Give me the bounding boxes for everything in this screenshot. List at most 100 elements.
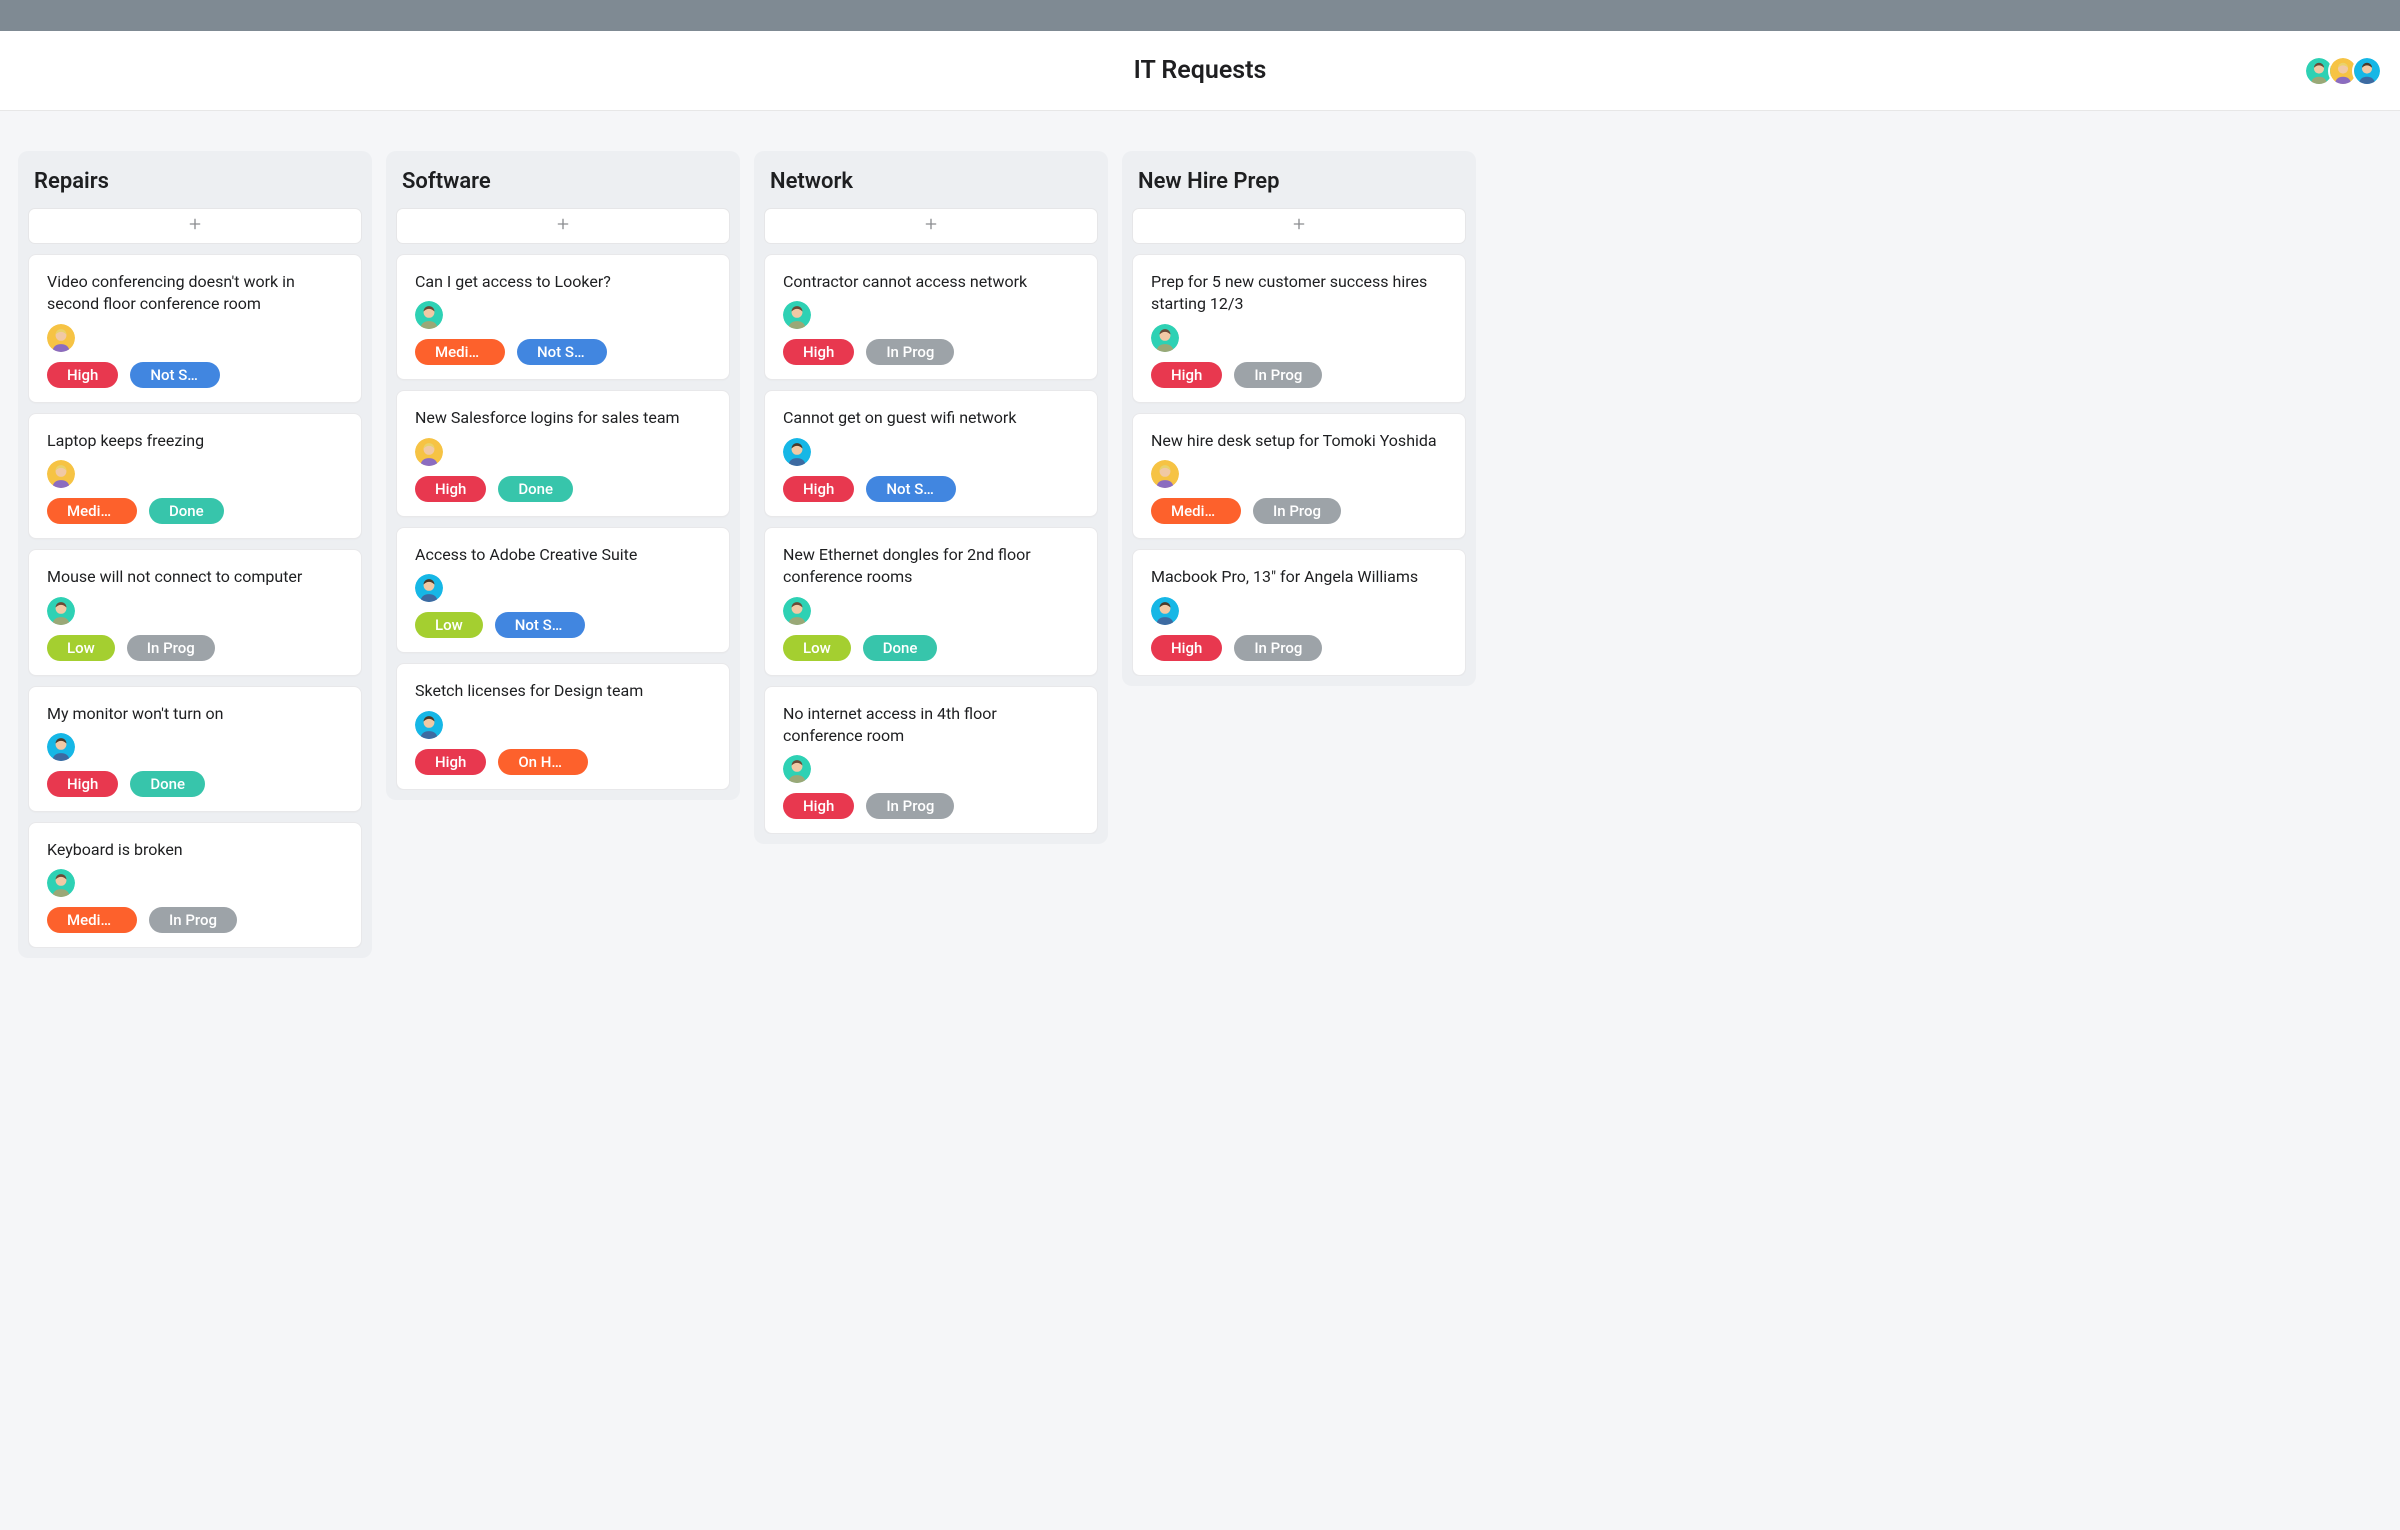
plus-icon xyxy=(1291,216,1307,236)
task-card[interactable]: Mouse will not connect to computer Low In… xyxy=(28,549,362,675)
priority-pill: Low xyxy=(47,635,115,661)
assignee-avatar[interactable] xyxy=(415,574,443,602)
task-card[interactable]: Access to Adobe Creative Suite Low Not St… xyxy=(396,527,730,653)
status-pill: In Prog xyxy=(1234,635,1322,661)
column-title: New Hire Prep xyxy=(1132,163,1466,208)
task-card[interactable]: Cannot get on guest wifi network High Not… xyxy=(764,390,1098,516)
assignee-avatar[interactable] xyxy=(1151,324,1179,352)
task-title: New hire desk setup for Tomoki Yoshida xyxy=(1151,430,1447,452)
priority-pill: Medium xyxy=(415,339,505,365)
add-card-button[interactable] xyxy=(764,208,1098,244)
task-card[interactable]: Keyboard is broken MediumIn Prog xyxy=(28,822,362,948)
task-card[interactable]: New Salesforce logins for sales team Hig… xyxy=(396,390,730,516)
column-cards: Video conferencing doesn't work in secon… xyxy=(28,254,362,948)
board-scroll-area[interactable]: Repairs Video conferencing doesn't work … xyxy=(0,111,2400,1530)
task-title: Macbook Pro, 13" for Angela Williams xyxy=(1151,566,1447,588)
page-title: IT Requests xyxy=(1134,56,1267,85)
task-title: Prep for 5 new customer success hires st… xyxy=(1151,271,1447,316)
assignee-avatar[interactable] xyxy=(415,438,443,466)
status-pill: Not Star… xyxy=(866,476,956,502)
plus-icon xyxy=(187,216,203,236)
priority-pill: High xyxy=(415,476,486,502)
status-pill: Not Star… xyxy=(130,362,220,388)
task-card[interactable]: Macbook Pro, 13" for Angela Williams Hig… xyxy=(1132,549,1466,675)
status-pill: Done xyxy=(149,498,224,524)
task-title: Can I get access to Looker? xyxy=(415,271,711,293)
priority-pill: High xyxy=(1151,635,1222,661)
plus-icon xyxy=(923,216,939,236)
assignee-avatar[interactable] xyxy=(783,755,811,783)
status-pill: Done xyxy=(863,635,938,661)
collaborator-avatar[interactable] xyxy=(2352,56,2382,86)
task-card[interactable]: My monitor won't turn on High Done xyxy=(28,686,362,812)
status-pill: In Prog xyxy=(1234,362,1322,388)
column-cards: Can I get access to Looker? Medium Not St… xyxy=(396,254,730,790)
priority-pill: High xyxy=(415,749,486,775)
page-header: IT Requests xyxy=(0,31,2400,111)
assignee-avatar[interactable] xyxy=(1151,460,1179,488)
status-pill: In Prog xyxy=(866,793,954,819)
task-title: No internet access in 4th floor conferen… xyxy=(783,703,1079,748)
task-card[interactable]: New hire desk setup for Tomoki Yoshida M… xyxy=(1132,413,1466,539)
task-title: Access to Adobe Creative Suite xyxy=(415,544,711,566)
add-card-button[interactable] xyxy=(1132,208,1466,244)
task-title: My monitor won't turn on xyxy=(47,703,343,725)
task-title: New Ethernet dongles for 2nd floor confe… xyxy=(783,544,1079,589)
status-pill: Not Star… xyxy=(495,612,585,638)
assignee-avatar[interactable] xyxy=(47,460,75,488)
task-title: Cannot get on guest wifi network xyxy=(783,407,1079,429)
column-cards: Prep for 5 new customer success hires st… xyxy=(1132,254,1466,676)
task-card[interactable]: Prep for 5 new customer success hires st… xyxy=(1132,254,1466,403)
kanban-board: Repairs Video conferencing doesn't work … xyxy=(18,151,2382,1530)
board-column: Software Can I get access to Looker? Med… xyxy=(386,151,740,800)
task-card[interactable]: Contractor cannot access network HighIn … xyxy=(764,254,1098,380)
task-title: Video conferencing doesn't work in secon… xyxy=(47,271,343,316)
status-pill: In Prog xyxy=(1253,498,1341,524)
column-title: Repairs xyxy=(28,163,362,208)
priority-pill: Low xyxy=(783,635,851,661)
task-title: Sketch licenses for Design team xyxy=(415,680,711,702)
status-pill: Done xyxy=(130,771,205,797)
assignee-avatar[interactable] xyxy=(783,597,811,625)
task-card[interactable]: No internet access in 4th floor conferen… xyxy=(764,686,1098,835)
column-title: Software xyxy=(396,163,730,208)
task-card[interactable]: Can I get access to Looker? MediumNot St… xyxy=(396,254,730,380)
add-card-button[interactable] xyxy=(28,208,362,244)
task-title: Laptop keeps freezing xyxy=(47,430,343,452)
status-pill: In Prog xyxy=(149,907,237,933)
task-title: New Salesforce logins for sales team xyxy=(415,407,711,429)
priority-pill: Medium xyxy=(47,498,137,524)
priority-pill: High xyxy=(783,476,854,502)
priority-pill: Medium xyxy=(1151,498,1241,524)
assignee-avatar[interactable] xyxy=(783,438,811,466)
priority-pill: High xyxy=(1151,362,1222,388)
task-card[interactable]: Laptop keeps freezing Medium Done xyxy=(28,413,362,539)
status-pill: On Hold xyxy=(498,749,588,775)
assignee-avatar[interactable] xyxy=(415,301,443,329)
task-title: Mouse will not connect to computer xyxy=(47,566,343,588)
status-pill: Done xyxy=(498,476,573,502)
assignee-avatar[interactable] xyxy=(47,324,75,352)
task-title: Keyboard is broken xyxy=(47,839,343,861)
status-pill: In Prog xyxy=(127,635,215,661)
priority-pill: High xyxy=(783,339,854,365)
add-card-button[interactable] xyxy=(396,208,730,244)
collaborators-stack[interactable] xyxy=(2304,56,2382,86)
board-column: Network Contractor cannot access network… xyxy=(754,151,1108,844)
priority-pill: High xyxy=(47,771,118,797)
assignee-avatar[interactable] xyxy=(47,869,75,897)
priority-pill: Low xyxy=(415,612,483,638)
assignee-avatar[interactable] xyxy=(1151,597,1179,625)
assignee-avatar[interactable] xyxy=(47,733,75,761)
priority-pill: High xyxy=(783,793,854,819)
status-pill: In Prog xyxy=(866,339,954,365)
task-card[interactable]: Video conferencing doesn't work in secon… xyxy=(28,254,362,403)
assignee-avatar[interactable] xyxy=(783,301,811,329)
board-column: New Hire Prep Prep for 5 new customer su… xyxy=(1122,151,1476,686)
task-card[interactable]: Sketch licenses for Design team High On H… xyxy=(396,663,730,789)
task-card[interactable]: New Ethernet dongles for 2nd floor confe… xyxy=(764,527,1098,676)
plus-icon xyxy=(555,216,571,236)
column-cards: Contractor cannot access network HighIn … xyxy=(764,254,1098,834)
assignee-avatar[interactable] xyxy=(47,597,75,625)
assignee-avatar[interactable] xyxy=(415,711,443,739)
